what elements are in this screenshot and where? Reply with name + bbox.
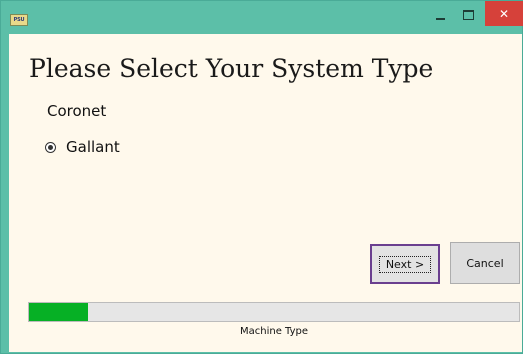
minimize-icon bbox=[435, 17, 445, 20]
minimize-button[interactable] bbox=[427, 1, 453, 29]
close-button[interactable]: ✕ bbox=[485, 1, 523, 26]
title-bar[interactable]: PSU ✕ bbox=[1, 1, 523, 34]
option-coronet[interactable]: Coronet bbox=[47, 100, 106, 122]
maximize-button[interactable] bbox=[455, 1, 481, 29]
progress-fill bbox=[29, 303, 88, 321]
progress-bar bbox=[28, 302, 520, 322]
option-label: Coronet bbox=[47, 102, 107, 120]
installer-window: PSU ✕ Please Select Your System Type Cor… bbox=[0, 0, 523, 354]
wizard-content: Please Select Your System Type Coronet G… bbox=[9, 34, 522, 352]
close-icon: ✕ bbox=[498, 6, 510, 21]
cancel-button[interactable]: Cancel bbox=[450, 242, 520, 284]
radio-dot-icon bbox=[48, 144, 53, 150]
option-label: Gallant bbox=[66, 138, 120, 156]
option-gallant[interactable]: Gallant bbox=[45, 136, 120, 158]
page-title: Please Select Your System Type bbox=[29, 54, 434, 83]
next-button-label: Next > bbox=[378, 255, 432, 273]
next-button[interactable]: Next > bbox=[370, 244, 440, 284]
maximize-icon bbox=[462, 10, 474, 20]
radio-button-selected[interactable] bbox=[45, 141, 56, 153]
progress-label: Machine Type bbox=[239, 326, 308, 337]
app-icon: PSU bbox=[10, 14, 28, 26]
